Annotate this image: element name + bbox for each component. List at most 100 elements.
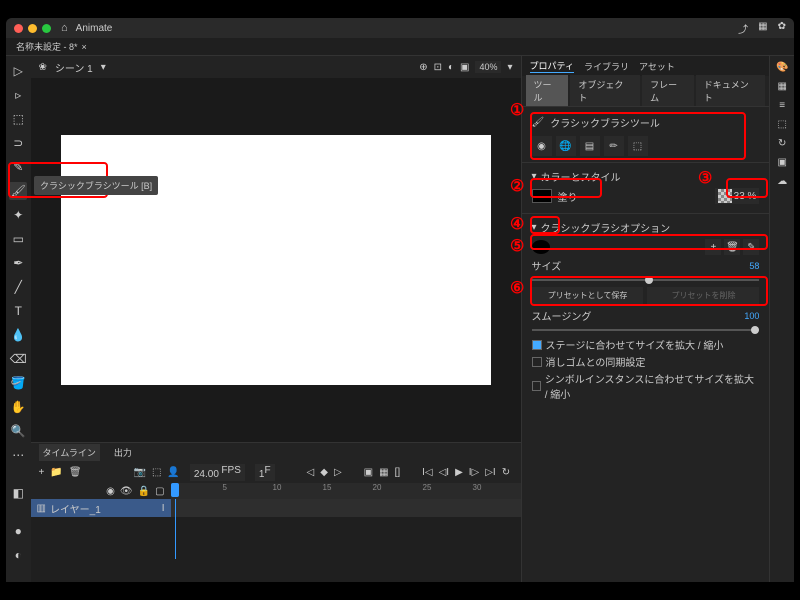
frame-number[interactable]: 1F (255, 464, 275, 481)
subtab-frame[interactable]: フレーム (642, 75, 694, 107)
close-window[interactable] (14, 24, 23, 33)
tab-library[interactable]: ライブラリ (584, 60, 629, 73)
add-layer-icon[interactable]: + (39, 467, 45, 478)
layer-depth-icon[interactable]: ⬚ (152, 467, 161, 478)
paint-behind-icon[interactable]: ✏ (604, 136, 624, 156)
layer-name[interactable]: レイヤー_1 (50, 501, 101, 516)
goto-last-icon[interactable]: ▷I (485, 467, 495, 478)
layer-row[interactable]: ▥ レイヤー_1 I (31, 499, 171, 517)
camera-icon[interactable]: 📷 (134, 467, 146, 478)
section-color-header[interactable]: ▾ カラーとスタイル (532, 169, 760, 184)
subtab-document[interactable]: ドキュメント (696, 75, 766, 107)
workspace-icon[interactable]: ▦ (758, 21, 767, 36)
subselection-tool[interactable]: ▹ (9, 86, 27, 104)
sync-icon[interactable]: ✿ (778, 21, 786, 36)
checkbox-stage-scale[interactable]: ステージに合わせてサイズを拡大 / 縮小 (532, 337, 760, 352)
checkbox-symbol-scale[interactable]: シンボルインスタンスに合わせてサイズを拡大 / 縮小 (532, 371, 760, 401)
checkbox-eraser-sync[interactable]: 消しゴムとの同期設定 (532, 354, 760, 369)
paint-bucket-tool[interactable]: 🪣 (9, 374, 27, 392)
rail-transform-icon[interactable]: ⬚ (777, 119, 786, 130)
edit-brush-icon[interactable]: ✎ (743, 239, 759, 255)
edit-multi-icon[interactable]: ▦ (379, 467, 388, 478)
pen-tool[interactable]: ✒ (9, 254, 27, 272)
insert-keyframe-icon[interactable]: ◆ (320, 467, 328, 478)
asset-warp-tool[interactable]: ✦ (9, 206, 27, 224)
brush-mode-icon[interactable]: 🌐 (556, 136, 576, 156)
hand-tool[interactable]: ✋ (9, 398, 27, 416)
classic-brush-tool[interactable]: 🖌 (9, 182, 27, 200)
keyframe-prev-icon[interactable]: ◁ (307, 467, 315, 478)
subtab-object[interactable]: オブジェクト (570, 75, 640, 107)
delete-layer-icon[interactable]: 🗑 (69, 467, 82, 478)
onion-icon[interactable]: ▣ (364, 467, 373, 478)
brush-mode-icon[interactable]: ● (9, 522, 27, 540)
lasso-tool[interactable]: ⊃ (9, 134, 27, 152)
rail-cc-icon[interactable]: ☁ (777, 176, 787, 187)
size-value[interactable]: 58 (749, 261, 759, 271)
smoothing-value[interactable]: 100 (744, 311, 759, 321)
rail-swatches-icon[interactable]: ▦ (777, 81, 786, 92)
zoom-tool[interactable]: 🔍 (9, 422, 27, 440)
section-brush-header[interactable]: ▾ クラシックブラシオプション (532, 220, 760, 235)
smoothing-slider[interactable] (532, 329, 760, 331)
play-icon[interactable]: ▶ (455, 467, 463, 478)
keyframe-next-icon[interactable]: ▷ (334, 467, 342, 478)
line-tool[interactable]: ╱ (9, 278, 27, 296)
rectangle-tool[interactable]: ▭ (9, 230, 27, 248)
folder-icon[interactable]: 📁 (50, 467, 62, 478)
close-document[interactable]: × (82, 42, 87, 52)
loop-icon[interactable]: ↻ (502, 467, 510, 478)
step-back-icon[interactable]: ◁I (439, 467, 449, 478)
rotate-icon[interactable]: ◐ (448, 62, 454, 73)
rail-history-icon[interactable]: ↻ (778, 138, 786, 149)
scene-name[interactable]: シーン 1 (55, 60, 93, 75)
fluid-brush-tool[interactable]: ✎ (9, 158, 27, 176)
fps-value[interactable]: 24.00 (194, 469, 219, 480)
scene-dropdown-icon[interactable]: ▾ (101, 62, 106, 73)
step-forward-icon[interactable]: I▷ (469, 467, 479, 478)
share-icon[interactable]: ⤴ (738, 21, 748, 36)
object-drawing-icon[interactable]: ◉ (532, 136, 552, 156)
save-preset-button[interactable]: プリセットとして保存 (532, 287, 644, 304)
lock-icon[interactable]: 🔒 (138, 486, 150, 497)
size-slider[interactable] (532, 279, 760, 281)
free-transform-tool[interactable]: ⬚ (9, 110, 27, 128)
brush-shape-icon[interactable]: ◐ (9, 546, 27, 564)
subtab-tool[interactable]: ツール (526, 75, 569, 107)
brush-shape-preview[interactable] (532, 240, 550, 254)
visibility-icon[interactable]: 👁 (120, 486, 133, 497)
paint-inside-icon[interactable]: ▤ (580, 136, 600, 156)
selection-tool[interactable]: ▷ (9, 62, 27, 80)
add-brush-icon[interactable]: + (705, 239, 721, 255)
tab-timeline[interactable]: タイムライン (39, 444, 100, 461)
maximize-window[interactable] (42, 24, 51, 33)
highlight-icon[interactable]: ◉ (106, 486, 115, 497)
minimize-window[interactable] (28, 24, 37, 33)
delete-brush-icon[interactable]: 🗑 (724, 239, 740, 255)
clip-icon[interactable]: ⊕ (419, 62, 427, 73)
eyedropper-tool[interactable]: 💧 (9, 326, 27, 344)
fit-icon[interactable]: ⊡ (434, 62, 442, 73)
rail-align-icon[interactable]: ≡ (779, 100, 785, 111)
export-icon[interactable]: ▣ (460, 62, 469, 73)
stroke-fill-swatch[interactable]: ◧ (9, 484, 27, 502)
scene-icon[interactable]: ❀ (39, 62, 47, 73)
timeline-ruler[interactable]: 5 10 15 20 25 30 (171, 483, 521, 499)
goto-first-icon[interactable]: I◁ (422, 467, 432, 478)
playhead[interactable] (171, 483, 179, 497)
eraser-tool[interactable]: ⌫ (9, 350, 27, 368)
marker-icon[interactable]: [] (395, 467, 401, 478)
stage[interactable] (61, 135, 491, 385)
opacity-value[interactable]: 33 % (734, 191, 757, 202)
zoom-dropdown-icon[interactable]: ▾ (507, 62, 512, 73)
paint-selection-icon[interactable]: ⬚ (628, 136, 648, 156)
tab-properties[interactable]: プロパティ (530, 59, 574, 73)
home-icon[interactable]: ⌂ (61, 22, 68, 34)
more-tools[interactable]: ⋯ (9, 446, 27, 464)
frame-track[interactable] (171, 499, 521, 517)
rail-components-icon[interactable]: ▣ (777, 157, 786, 168)
onion-skin-icon[interactable]: 👤 (167, 467, 179, 478)
outline-icon[interactable]: ▢ (155, 486, 164, 497)
text-tool[interactable]: T (9, 302, 27, 320)
rail-color-icon[interactable]: 🎨 (776, 62, 788, 73)
